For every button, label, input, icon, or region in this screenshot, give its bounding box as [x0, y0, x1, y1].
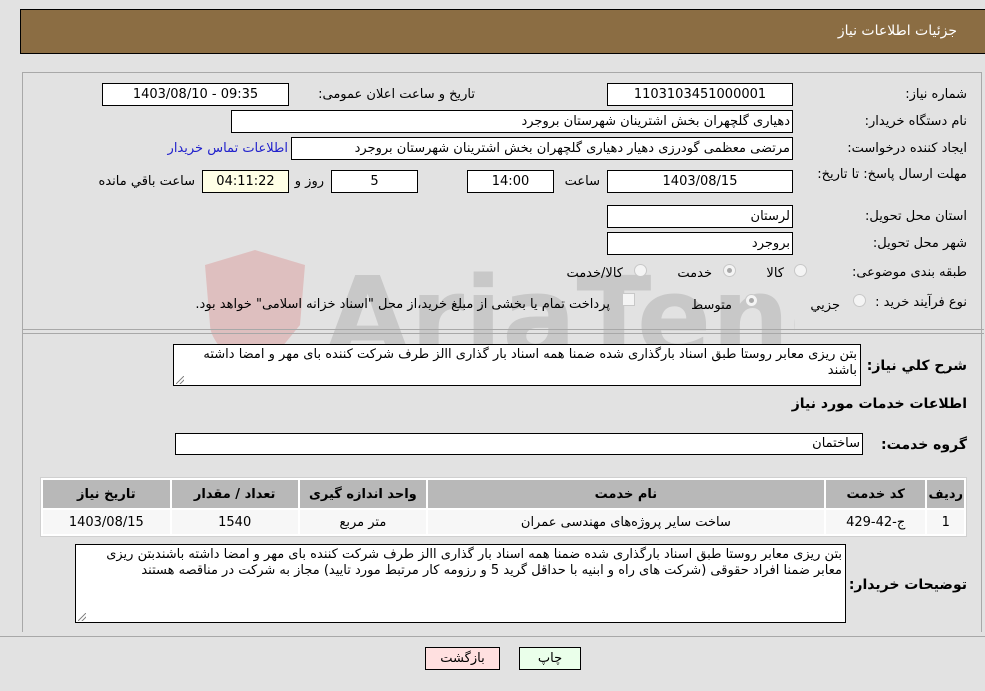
page-title: جزئیات اطلاعات نیاز	[837, 23, 957, 39]
cell-row-number: 1	[927, 510, 964, 534]
buyer-org-label: نام دستگاه خریدار:	[864, 114, 967, 129]
requester-field[interactable]: مرتضی معظمی گودرزی دهیار دهیاری گلچهران …	[291, 137, 793, 160]
table-header-row: ردیف کد خدمت نام خدمت واحد اندازه گیری ت…	[43, 480, 964, 508]
buyer-notes-text: بتن ریزی معابر روستا طبق اسناد بارگذاری …	[106, 547, 842, 578]
deadline-time-label: ساعت	[564, 174, 600, 189]
purchase-type-radio-medium[interactable]	[745, 294, 758, 307]
cell-unit: متر مربع	[299, 510, 426, 534]
category-radio-goods-service[interactable]	[634, 264, 647, 277]
time-remaining-label: ساعت باقي مانده	[98, 174, 195, 189]
cell-quantity: 1540	[171, 510, 298, 534]
buyer-contact-link[interactable]: اطلاعات تماس خریدار	[168, 141, 288, 156]
service-group-field[interactable]: ساختمان	[175, 433, 863, 455]
services-section-title: اطلاعات خدمات مورد نياز	[791, 396, 967, 412]
purchase-type-option-medium: متوسط	[691, 298, 732, 313]
description-textarea[interactable]: بتن ریزی معابر روستا طبق اسناد بارگذاری …	[173, 344, 861, 386]
column-header-quantity: تعداد / مقدار	[171, 480, 298, 508]
column-header-unit: واحد اندازه گیری	[299, 480, 426, 508]
purchase-type-option-minor: جزيي	[810, 298, 840, 313]
divider	[0, 636, 985, 637]
treasury-payment-checkbox[interactable]	[622, 293, 635, 306]
table-row[interactable]: 1 ج-42-429 ساخت سایر پروژه‌های مهندسی عم…	[43, 510, 964, 534]
buyer-org-field[interactable]: دهیاری گلچهران بخش اشترینان شهرستان بروج…	[231, 110, 793, 133]
column-header-service-name: نام خدمت	[427, 480, 824, 508]
announce-datetime-label: تاریخ و ساعت اعلان عمومی:	[318, 87, 475, 102]
divider	[22, 333, 984, 334]
cell-service-name: ساخت سایر پروژه‌های مهندسی عمران	[427, 510, 824, 534]
column-header-row-number: ردیف	[927, 480, 964, 508]
announce-datetime-field[interactable]: 1403/08/10 - 09:35	[102, 83, 289, 106]
time-remaining-field: 04:11:22	[202, 170, 289, 193]
deadline-date-field[interactable]: 1403/08/15	[607, 170, 793, 193]
resize-grip-icon[interactable]	[78, 613, 86, 621]
cell-service-code: ج-42-429	[825, 510, 926, 534]
category-radio-service[interactable]	[723, 264, 736, 277]
category-label: طبقه بندی موضوعی:	[851, 265, 967, 280]
city-field[interactable]: بروجرد	[607, 232, 793, 255]
province-field[interactable]: لرستان	[607, 205, 793, 228]
purchase-type-label: نوع فرآیند خرید :	[875, 295, 967, 310]
requester-label: ایجاد کننده درخواست:	[847, 141, 967, 156]
description-text: بتن ریزی معابر روستا طبق اسناد بارگذاری …	[203, 347, 857, 378]
column-header-need-date: تاریخ نیاز	[43, 480, 170, 508]
page-header: جزئیات اطلاعات نیاز	[20, 9, 985, 54]
cell-need-date: 1403/08/15	[43, 510, 170, 534]
buyer-notes-label: توضیحات خریدار:	[848, 577, 967, 593]
city-label: شهر محل تحویل:	[872, 236, 967, 251]
service-group-label: گروه خدمت:	[881, 437, 967, 453]
buyer-notes-textarea[interactable]: بتن ریزی معابر روستا طبق اسناد بارگذاری …	[75, 544, 846, 623]
days-label: روز و	[294, 174, 324, 189]
print-button[interactable]: چاپ	[519, 647, 581, 670]
description-label: شرح کلي نياز:	[866, 358, 967, 374]
category-radio-goods[interactable]	[794, 264, 807, 277]
deadline-label: مهلت ارسال پاسخ: تا تاریخ:	[817, 167, 967, 182]
services-table: ردیف کد خدمت نام خدمت واحد اندازه گیری ت…	[40, 477, 967, 537]
purchase-type-radio-minor[interactable]	[853, 294, 866, 307]
resize-grip-icon[interactable]	[176, 376, 184, 384]
days-remaining-field[interactable]: 5	[331, 170, 418, 193]
category-option-service: خدمت	[677, 266, 712, 281]
treasury-payment-note: پرداخت تمام یا بخشی از مبلغ خرید،از محل …	[195, 297, 610, 312]
divider	[22, 329, 984, 330]
deadline-time-field[interactable]: 14:00	[467, 170, 554, 193]
column-header-service-code: کد خدمت	[825, 480, 926, 508]
back-button[interactable]: بازگشت	[425, 647, 500, 670]
category-option-goods-service: کالا/خدمت	[566, 266, 623, 281]
category-option-goods: کالا	[766, 266, 784, 281]
need-number-label: شماره نیاز:	[905, 87, 967, 102]
province-label: استان محل تحویل:	[865, 209, 967, 224]
need-number-field[interactable]: 1103103451000001	[607, 83, 793, 106]
